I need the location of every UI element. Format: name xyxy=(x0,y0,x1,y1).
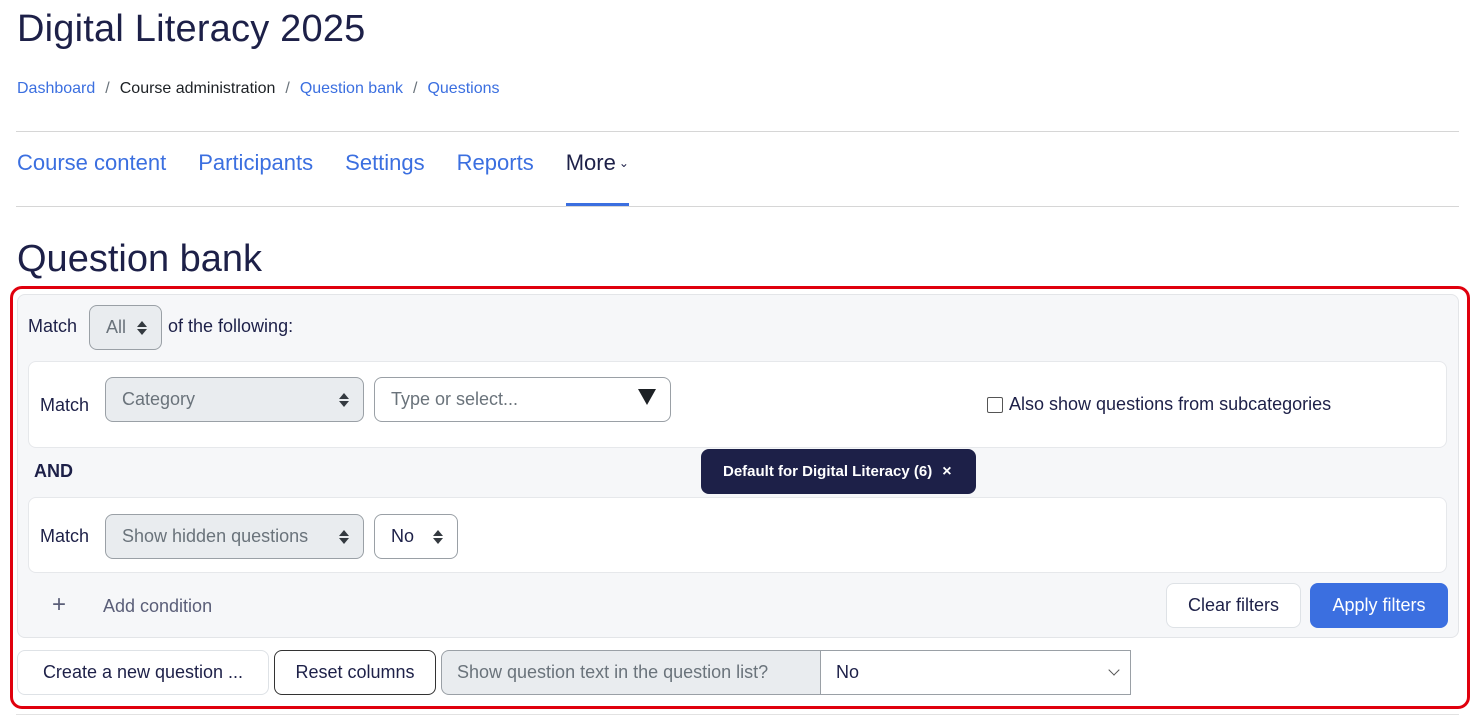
tab-more[interactable]: More ⌄ xyxy=(565,150,630,207)
breadcrumb-separator: / xyxy=(285,80,290,97)
highlight-annotation-box xyxy=(10,286,1470,709)
divider xyxy=(16,714,1459,715)
breadcrumb-course-administration: Course administration xyxy=(119,80,276,97)
course-nav-tabs: Course content Participants Settings Rep… xyxy=(17,150,661,207)
tab-participants[interactable]: Participants xyxy=(198,150,313,207)
tab-label: Participants xyxy=(198,150,314,175)
tab-course-content[interactable]: Course content xyxy=(17,150,166,207)
breadcrumb-separator: / xyxy=(105,80,110,97)
tab-settings[interactable]: Settings xyxy=(345,150,425,207)
section-title: Question bank xyxy=(17,238,263,280)
tab-label: Reports xyxy=(456,150,534,175)
breadcrumb-questions[interactable]: Questions xyxy=(427,80,499,98)
breadcrumb: Dashboard / Course administration / Ques… xyxy=(17,80,500,98)
tab-label: More xyxy=(565,150,616,175)
tab-reports[interactable]: Reports xyxy=(457,150,534,207)
tab-label: Settings xyxy=(345,150,425,175)
breadcrumb-dashboard[interactable]: Dashboard xyxy=(17,80,95,98)
breadcrumb-question-bank[interactable]: Question bank xyxy=(300,80,403,98)
breadcrumb-separator: / xyxy=(413,80,418,97)
divider xyxy=(16,131,1459,132)
tab-label: Course content xyxy=(17,150,167,175)
chevron-down-icon: ⌄ xyxy=(618,156,629,170)
divider xyxy=(16,206,1459,207)
page-title: Digital Literacy 2025 xyxy=(17,8,366,50)
